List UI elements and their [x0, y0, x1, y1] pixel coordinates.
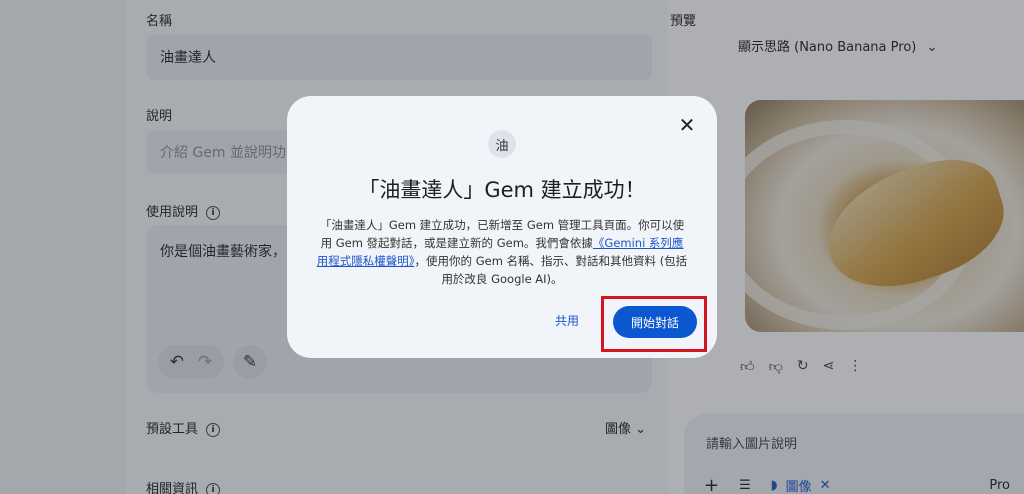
gem-avatar: 油: [488, 130, 516, 158]
dialog-body-text-end: ，使用你的 Gem 名稱、指示、對話和其他資料 (包括用於改良 Google A…: [414, 254, 688, 286]
dialog-body: 「油畫達人」Gem 建立成功，已新增至 Gem 管理工具頁面。你可以使用 Gem…: [316, 216, 688, 288]
dialog-title: 「油畫達人」Gem 建立成功！: [358, 178, 646, 202]
share-button[interactable]: 共用: [555, 312, 579, 329]
start-chat-button[interactable]: 開始對話: [613, 306, 697, 338]
close-icon[interactable]: ✕: [676, 113, 698, 137]
